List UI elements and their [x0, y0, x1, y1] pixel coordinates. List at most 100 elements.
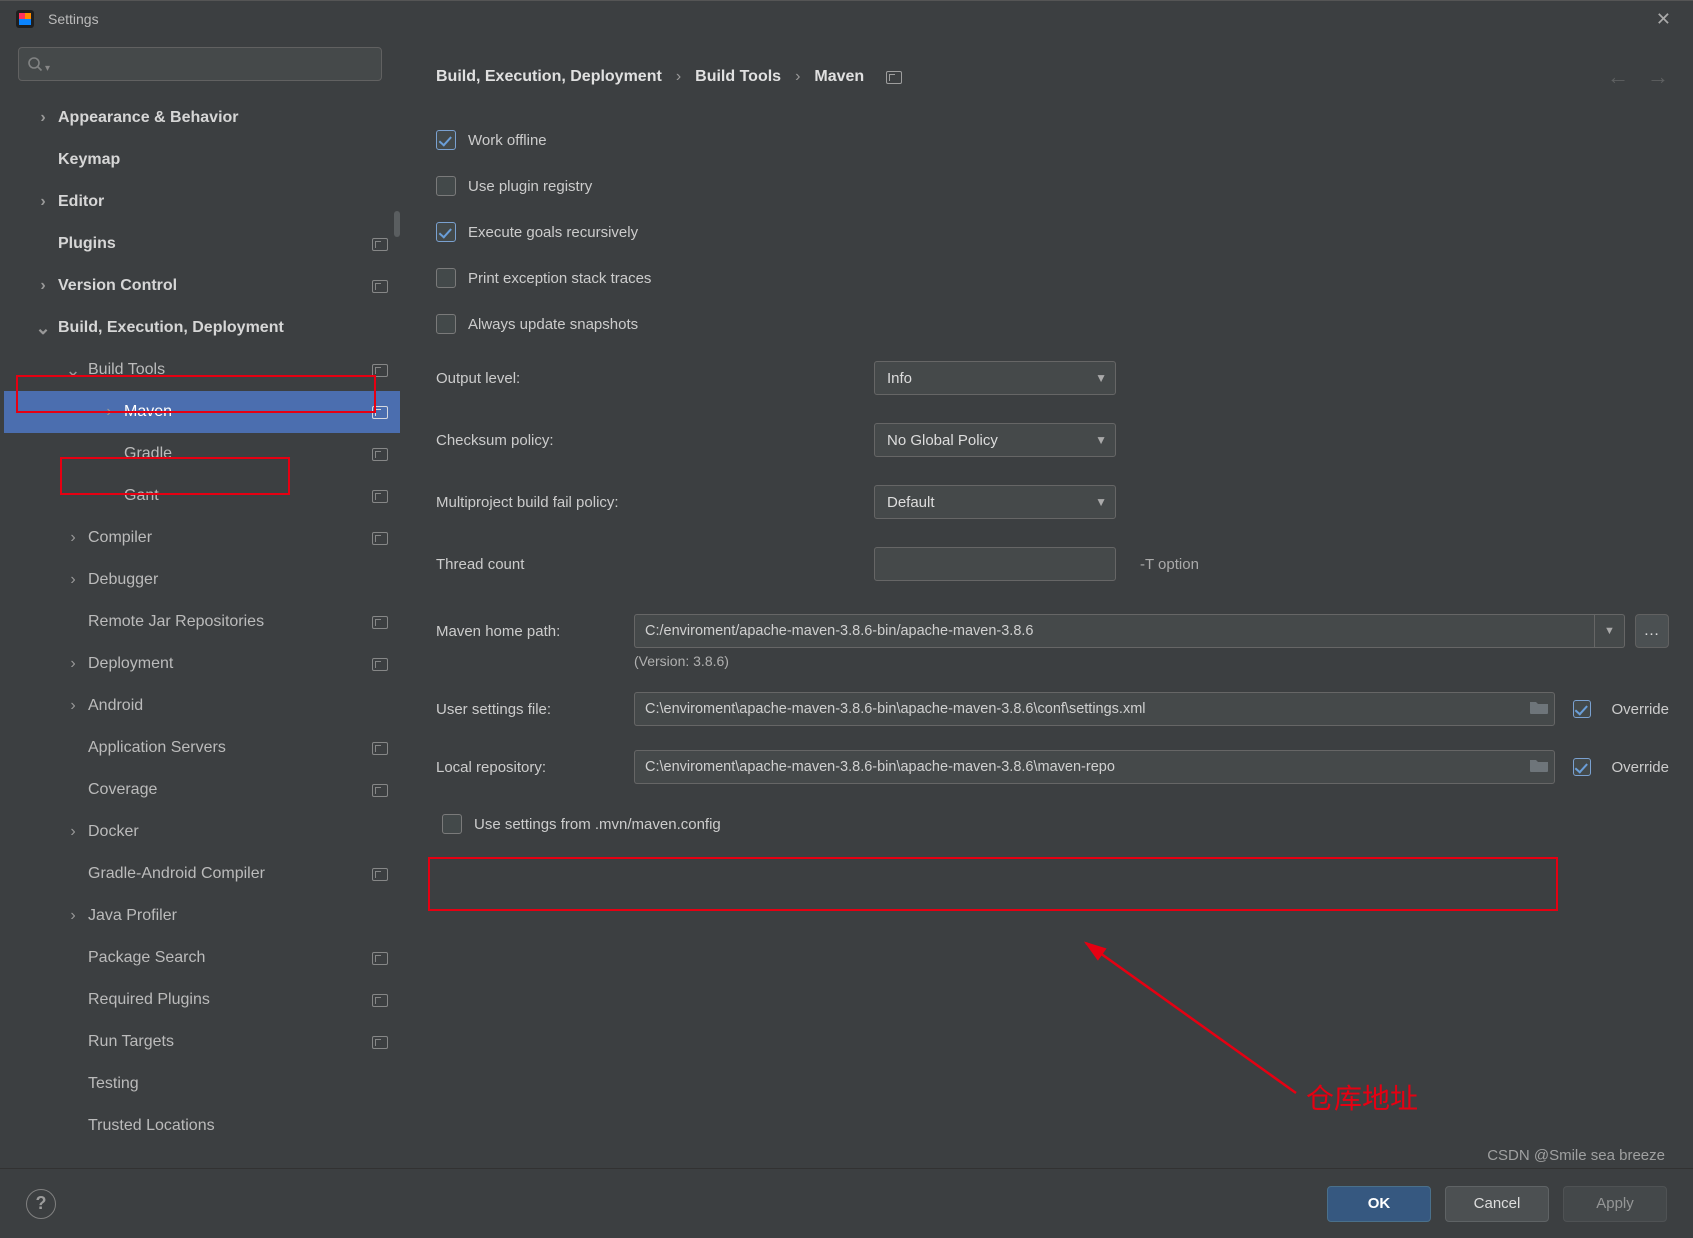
- sidebar-item-trusted-locations[interactable]: Trusted Locations: [4, 1105, 400, 1147]
- sidebar-item-label: Java Profiler: [88, 907, 177, 925]
- chevron-down-icon[interactable]: ⌄: [34, 318, 52, 339]
- sidebar-item-label: Gradle-Android Compiler: [88, 865, 265, 883]
- sidebar-item-docker[interactable]: › Docker: [4, 811, 400, 853]
- sidebar-item-label: Keymap: [58, 151, 120, 169]
- breadcrumb-item[interactable]: Build Tools: [695, 68, 781, 86]
- sidebar-item-package-search[interactable]: Package Search: [4, 937, 400, 979]
- sidebar-item-maven[interactable]: ›Maven: [4, 391, 400, 433]
- checkbox-print-exception-traces[interactable]: [436, 268, 456, 288]
- sidebar-item-editor[interactable]: ›Editor: [4, 181, 400, 223]
- chevron-down-icon: ▼: [1095, 433, 1107, 447]
- sidebar-item-keymap[interactable]: Keymap: [4, 139, 400, 181]
- apply-button[interactable]: Apply: [1563, 1186, 1667, 1222]
- chevron-down-icon[interactable]: ⌄: [64, 360, 82, 381]
- sidebar-item-gradle[interactable]: Gradle: [4, 433, 400, 475]
- search-dropdown-icon[interactable]: ▾: [45, 63, 50, 74]
- field-label: Output level:: [436, 370, 634, 387]
- project-scope-icon: [372, 994, 388, 1007]
- sidebar-item-coverage[interactable]: Coverage: [4, 769, 400, 811]
- field-label: Checksum policy:: [436, 432, 634, 449]
- chevron-right-icon[interactable]: ›: [34, 277, 52, 295]
- sidebar-item-java-profiler[interactable]: › Java Profiler: [4, 895, 400, 937]
- sidebar-item-remote-jar-repositories[interactable]: Remote Jar Repositories: [4, 601, 400, 643]
- window-title: Settings: [48, 11, 99, 27]
- checkbox-use-plugin-registry[interactable]: [436, 176, 456, 196]
- field-hint: -T option: [1140, 556, 1199, 573]
- settings-window: Settings ✕ ▾ ›Appearance & Behavior Keyma…: [0, 0, 1693, 1238]
- checkbox-label: Always update snapshots: [468, 316, 638, 333]
- sidebar-item-gant[interactable]: Gant: [4, 475, 400, 517]
- checkbox-override-local-repo[interactable]: [1573, 758, 1591, 776]
- select-value: Info: [887, 370, 912, 387]
- sidebar-item-build-tools[interactable]: ⌄Build Tools: [4, 349, 400, 391]
- thread-count-input[interactable]: [874, 547, 1116, 581]
- project-scope-icon: [372, 952, 388, 965]
- checksum-policy-select[interactable]: No Global Policy ▼: [874, 423, 1116, 457]
- local-repository-input[interactable]: C:\enviroment\apache-maven-3.8.6-bin\apa…: [634, 750, 1555, 784]
- project-scope-icon: [372, 616, 388, 629]
- sidebar-item-label: Docker: [88, 823, 139, 841]
- multiproject-policy-select[interactable]: Default ▼: [874, 485, 1116, 519]
- cancel-button[interactable]: Cancel: [1445, 1186, 1549, 1222]
- chevron-right-icon[interactable]: ›: [64, 571, 82, 589]
- watermark: CSDN @Smile sea breeze: [1487, 1147, 1665, 1164]
- checkbox-label: Work offline: [468, 132, 547, 149]
- folder-icon[interactable]: [1529, 699, 1549, 719]
- chevron-right-icon[interactable]: ›: [100, 403, 118, 421]
- nav-forward-button[interactable]: →: [1647, 64, 1669, 90]
- user-settings-file-input[interactable]: C:\enviroment\apache-maven-3.8.6-bin\apa…: [634, 692, 1555, 726]
- chevron-right-icon[interactable]: ›: [64, 529, 82, 547]
- sidebar-item-label: Required Plugins: [88, 991, 210, 1009]
- breadcrumb: Build, Execution, Deployment › Build Too…: [436, 68, 902, 86]
- project-scope-icon: [372, 364, 388, 377]
- sidebar-item-build-execution-deployment[interactable]: ⌄Build, Execution, Deployment: [4, 307, 400, 349]
- maven-home-dropdown[interactable]: ▼: [1595, 614, 1625, 648]
- nav-back-button[interactable]: ←: [1607, 64, 1629, 90]
- checkbox-label: Override: [1611, 701, 1669, 718]
- chevron-right-icon[interactable]: ›: [64, 823, 82, 841]
- sidebar-item-testing[interactable]: Testing: [4, 1063, 400, 1105]
- sidebar-item-label: Coverage: [88, 781, 157, 799]
- checkbox-use-mvn-config[interactable]: [442, 814, 462, 834]
- sidebar-item-appearance-behavior[interactable]: ›Appearance & Behavior: [4, 97, 400, 139]
- checkbox-always-update-snapshots[interactable]: [436, 314, 456, 334]
- sidebar-item-gradle-android-compiler[interactable]: Gradle-Android Compiler: [4, 853, 400, 895]
- select-value: Default: [887, 494, 935, 511]
- checkbox-override-user-settings[interactable]: [1573, 700, 1591, 718]
- chevron-right-icon[interactable]: ›: [34, 109, 52, 127]
- folder-icon[interactable]: [1529, 757, 1549, 777]
- maven-home-path-input[interactable]: C:/enviroment/apache-maven-3.8.6-bin/apa…: [634, 614, 1595, 648]
- sidebar-item-compiler[interactable]: ›Compiler: [4, 517, 400, 559]
- ok-button[interactable]: OK: [1327, 1186, 1431, 1222]
- browse-button[interactable]: …: [1635, 614, 1669, 648]
- annotation-arrow: [1056, 923, 1356, 1123]
- project-scope-icon: [372, 784, 388, 797]
- search-input[interactable]: ▾: [18, 47, 382, 81]
- breadcrumb-item[interactable]: Maven: [814, 68, 864, 86]
- sidebar: ▾ ›Appearance & Behavior Keymap ›EditorPlu…: [0, 37, 400, 1168]
- chevron-right-icon[interactable]: ›: [64, 697, 82, 715]
- settings-tree[interactable]: ›Appearance & Behavior Keymap ›EditorPlugi…: [0, 91, 400, 1168]
- output-level-select[interactable]: Info ▼: [874, 361, 1116, 395]
- sidebar-item-deployment[interactable]: ›Deployment: [4, 643, 400, 685]
- breadcrumb-item[interactable]: Build, Execution, Deployment: [436, 68, 662, 86]
- close-icon[interactable]: ✕: [1648, 5, 1679, 34]
- help-button[interactable]: ?: [26, 1189, 56, 1219]
- sidebar-item-label: Debugger: [88, 571, 158, 589]
- checkbox-execute-recursively[interactable]: [436, 222, 456, 242]
- sidebar-item-run-targets[interactable]: Run Targets: [4, 1021, 400, 1063]
- sidebar-item-application-servers[interactable]: Application Servers: [4, 727, 400, 769]
- sidebar-item-plugins[interactable]: Plugins: [4, 223, 400, 265]
- chevron-right-icon[interactable]: ›: [34, 193, 52, 211]
- sidebar-item-required-plugins[interactable]: Required Plugins: [4, 979, 400, 1021]
- field-label: Thread count: [436, 556, 634, 573]
- annotation-text: 仓库地址: [1306, 1077, 1418, 1117]
- sidebar-item-debugger[interactable]: › Debugger: [4, 559, 400, 601]
- checkbox-work-offline[interactable]: [436, 130, 456, 150]
- sidebar-item-label: Gant: [124, 487, 159, 505]
- sidebar-item-version-control[interactable]: ›Version Control: [4, 265, 400, 307]
- chevron-right-icon[interactable]: ›: [64, 907, 82, 925]
- sidebar-item-label: Run Targets: [88, 1033, 174, 1051]
- chevron-right-icon[interactable]: ›: [64, 655, 82, 673]
- sidebar-item-android[interactable]: ›Android: [4, 685, 400, 727]
